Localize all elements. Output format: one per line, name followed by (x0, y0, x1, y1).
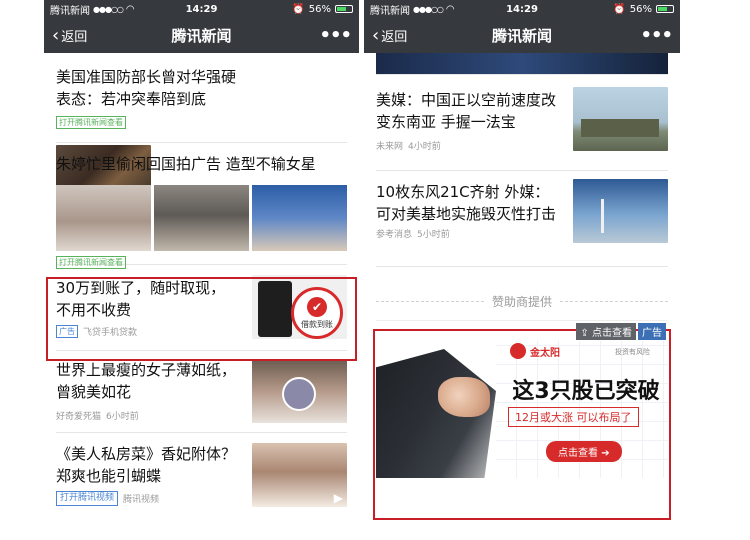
ad-item[interactable]: 30万到账了，随时取现，不用不收费 广告 飞贷手机贷款 ✔ 借款到账 (56, 265, 347, 351)
news-thumbnail (573, 87, 668, 151)
news-item[interactable]: 《美人私房菜》香妃附体？郑爽也能引蝴蝶 打开腾讯视频 腾讯视频 ▶ (56, 433, 347, 515)
news-source: 好奇爱死猫 (56, 412, 102, 422)
nav-bar: ‹ 返回 腾讯新闻 ••• (44, 18, 359, 53)
news-feed: 美国准国防部长曾对华强硬表态：若冲突奉陪到底 打开腾讯新闻查看 朱婷忙里偷闲回国… (44, 53, 359, 515)
sponsored-ad-banner[interactable]: ⇪ 点击查看 广告 金太阳 投资有风险 这3只股已突破 12月或大涨 可以布局了… (376, 320, 668, 478)
view-ad-label: 点击查看 (592, 328, 632, 339)
carrier-label: 腾讯新闻 (50, 5, 90, 17)
checkmark-icon: ✔ (307, 296, 327, 317)
back-label: 返回 (61, 30, 88, 45)
chevron-left-icon: ‹ (372, 24, 380, 46)
phone-screen-left: 腾讯新闻 ●●●○○ ◠ 14:29 ⏰ 56% ‹ 返回 腾讯新闻 ••• 美… (44, 0, 359, 540)
ad-title: 30万到账了，随时取现，不用不收费 (56, 279, 226, 319)
sponsor-label: 赞助商提供 (492, 295, 553, 309)
ad-label-badge: 广告 (638, 323, 666, 340)
news-image (252, 185, 347, 251)
news-thumbnail (252, 359, 347, 423)
ad-headline: 这3只股已突破 (512, 379, 660, 404)
status-bar: 腾讯新闻 ●●●○○ ◠ 14:29 ⏰ 56% (364, 0, 680, 18)
brand-logo: 金太阳 (510, 343, 560, 359)
news-item[interactable]: 美媒：中国正以空前速度改变东南亚 手握一法宝 未来网 4小时前 (376, 75, 668, 171)
inset-photo (282, 377, 316, 411)
view-ad-button[interactable]: ⇪ 点击查看 (576, 323, 636, 340)
more-menu-button[interactable]: ••• (640, 25, 673, 46)
more-menu-button[interactable]: ••• (319, 25, 352, 46)
news-time: 5小时前 (417, 230, 450, 240)
ad-controls: ⇪ 点击查看 广告 (576, 323, 666, 340)
news-title: 世界上最瘦的女子薄如纸，曾貌美如花 (56, 361, 237, 401)
ad-cta-button[interactable]: 点击查看 ➔ (546, 441, 622, 462)
play-icon: ▶ (333, 491, 343, 505)
sun-logo-icon (510, 343, 526, 359)
page-title: 腾讯新闻 (171, 27, 232, 45)
ad-cta-label: 点击查看 (558, 448, 598, 459)
news-title: 朱婷忙里偷闲回国拍广告 造型不输女星 (56, 155, 316, 173)
alarm-icon: ⏰ (613, 3, 626, 15)
image-strip (56, 185, 347, 251)
page-title: 腾讯新闻 (491, 27, 552, 45)
brand-name: 金太阳 (530, 347, 560, 359)
news-source: 未来网 (376, 142, 404, 152)
phone-graphic (258, 281, 292, 337)
news-thumbnail (573, 179, 668, 243)
news-feed: 美媒：中国正以空前速度改变东南亚 手握一法宝 未来网 4小时前 10枚东风21C… (364, 53, 680, 478)
back-button[interactable]: ‹ 返回 (52, 26, 87, 45)
news-source: 参考消息 (376, 230, 413, 240)
back-label: 返回 (381, 30, 408, 45)
video-thumbnail[interactable]: ▶ (252, 443, 347, 507)
battery-icon (335, 5, 353, 13)
launcher-graphic (581, 119, 659, 137)
news-item[interactable]: 10枚东风21C齐射 外媒：可对美基地实施毁灭性打击 参考消息 5小时前 (376, 171, 668, 267)
signal-icon: ●●●○○ (93, 4, 124, 14)
news-image (154, 185, 249, 251)
news-time: 6小时前 (106, 412, 139, 422)
status-bar: 腾讯新闻 ●●●○○ ◠ 14:29 ⏰ 56% (44, 0, 359, 18)
battery-percent: 56% (308, 3, 331, 15)
source-row: 打开腾讯新闻查看 (56, 116, 347, 129)
signal-icon: ●●●○○ (413, 4, 444, 14)
open-video-app-tag[interactable]: 打开腾讯视频 (56, 491, 119, 506)
arrow-right-icon: ➔ (601, 448, 610, 459)
news-item[interactable]: 世界上最瘦的女子薄如纸，曾貌美如花 好奇爱死猫 6小时前 (56, 351, 347, 433)
battery-icon (656, 5, 674, 13)
back-button[interactable]: ‹ 返回 (372, 26, 407, 45)
open-app-tag[interactable]: 打开腾讯新闻查看 (56, 116, 126, 129)
nav-bar: ‹ 返回 腾讯新闻 ••• (364, 18, 680, 53)
loan-badge: ✔ 借款到账 (291, 287, 343, 339)
phone-screen-right: 腾讯新闻 ●●●○○ ◠ 14:29 ⏰ 56% ‹ 返回 腾讯新闻 ••• 美… (364, 0, 680, 540)
ad-tag: 广告 (56, 325, 78, 338)
news-source: 腾讯视频 (123, 495, 160, 505)
news-title: 美国准国防部长曾对华强硬表态：若冲突奉陪到底 (56, 68, 237, 108)
risk-note: 投资有风险 (615, 348, 650, 356)
wifi-icon: ◠ (125, 3, 135, 15)
news-image (56, 185, 151, 251)
previous-ad-strip (376, 53, 668, 75)
news-title: 《美人私房菜》香妃附体？郑爽也能引蝴蝶 (56, 445, 237, 485)
badge-label: 借款到账 (301, 319, 333, 329)
news-item[interactable]: 美国准国防部长曾对华强硬表态：若冲突奉陪到底 打开腾讯新闻查看 (56, 53, 347, 209)
news-time: 4小时前 (408, 142, 441, 152)
share-icon: ⇪ (580, 328, 589, 339)
ad-subline: 12月或大涨 可以布局了 (508, 407, 639, 427)
missile-trail (601, 199, 604, 233)
alarm-icon: ⏰ (292, 3, 305, 15)
news-title: 美媒：中国正以空前速度改变东南亚 手握一法宝 (376, 91, 557, 131)
chevron-left-icon: ‹ (52, 24, 60, 46)
news-title: 10枚东风21C齐射 外媒：可对美基地实施毁灭性打击 (376, 183, 557, 223)
ad-source: 飞贷手机贷款 (83, 328, 138, 338)
carrier-label: 腾讯新闻 (370, 5, 410, 17)
pointing-hand-graphic (438, 377, 490, 417)
sponsor-divider: 赞助商提供 (376, 293, 668, 310)
news-item[interactable]: 朱婷忙里偷闲回国拍广告 造型不输女星 打开腾讯新闻查看 (56, 143, 347, 269)
wifi-icon: ◠ (445, 3, 455, 15)
battery-percent: 56% (629, 3, 652, 15)
ad-thumbnail: ✔ 借款到账 (252, 275, 347, 339)
